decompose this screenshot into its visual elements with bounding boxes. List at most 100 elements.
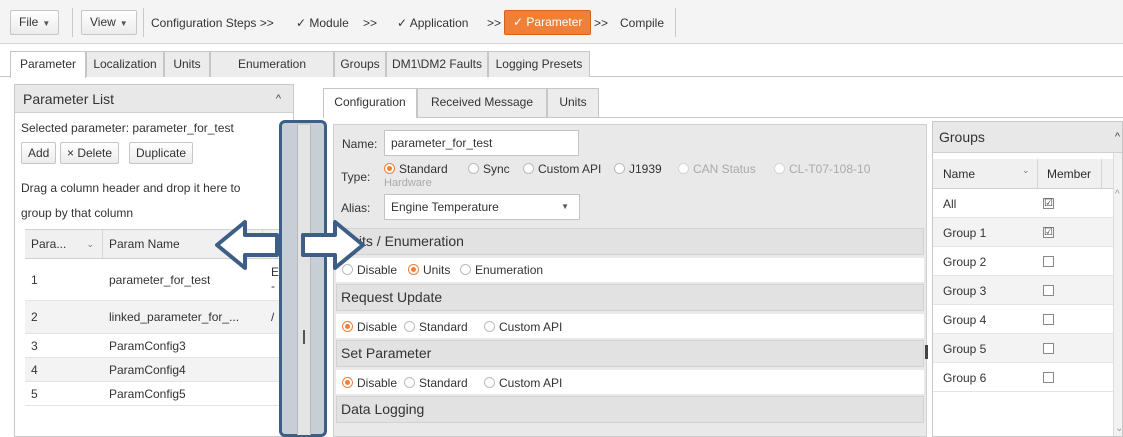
resize-handle[interactable] <box>925 345 928 359</box>
collapse-icon[interactable]: ^ <box>276 85 281 113</box>
radio-icon <box>774 163 785 174</box>
column-header-member[interactable]: Member <box>1047 167 1091 181</box>
tab-configuration[interactable]: Configuration <box>323 88 417 118</box>
request-option-disable[interactable]: Disable <box>342 320 397 334</box>
step-separator: >> <box>487 16 502 30</box>
set-radio-row: Disable Standard Custom API <box>336 370 924 394</box>
group-row[interactable]: Group 6 <box>933 363 1113 392</box>
section-request-update[interactable]: Request Update <box>336 284 924 311</box>
set-option-standard[interactable]: Standard <box>404 376 468 390</box>
radio-icon <box>404 377 415 388</box>
member-checkbox[interactable] <box>1043 285 1054 296</box>
tab-logging-presets[interactable]: Logging Presets <box>488 51 590 77</box>
step-parameter[interactable]: ✓ Parameter <box>504 10 592 35</box>
section-title: Data Logging <box>341 401 425 417</box>
column-header-name[interactable]: Name <box>943 167 975 181</box>
group-row[interactable]: Group 1 ☑ <box>933 218 1113 247</box>
section-data-logging[interactable]: Data Logging <box>336 396 924 423</box>
chevron-down-icon: ▼ <box>561 202 569 211</box>
groups-scrollbar[interactable]: ^ ⌄ <box>1113 153 1122 436</box>
name-input[interactable]: parameter_for_test <box>384 130 579 156</box>
panel-splitter[interactable] <box>297 125 311 435</box>
set-option-custom-api[interactable]: Custom API <box>484 376 562 390</box>
type-option-continuation: Hardware <box>384 177 432 189</box>
type-option-custom-api[interactable]: Custom API <box>523 162 601 176</box>
top-toolbar: File ▼ View ▼ Configuration Steps >> ✓ Mod… <box>0 0 1123 44</box>
toolbar-divider <box>72 8 73 37</box>
scroll-up-icon[interactable]: ^ <box>1115 189 1120 200</box>
panel-title-text: Parameter List <box>23 91 115 107</box>
member-checkbox[interactable] <box>1043 372 1054 383</box>
step-module[interactable]: ✓ Module <box>296 16 349 30</box>
units-option-units[interactable]: Units <box>408 263 450 277</box>
row-name: ParamConfig3 <box>109 339 186 353</box>
member-checkbox[interactable] <box>1043 314 1054 325</box>
table-row[interactable]: 3 ParamConfig3 <box>25 334 293 358</box>
view-menu-button[interactable]: View ▼ <box>81 10 137 35</box>
tab-units[interactable]: Units <box>164 51 210 77</box>
tab-enumeration[interactable]: Enumeration <box>210 51 334 77</box>
units-option-enumeration[interactable]: Enumeration <box>460 263 543 277</box>
detail-tabbar: Configuration Received Message Units <box>323 88 1123 118</box>
request-option-custom-api[interactable]: Custom API <box>484 320 562 334</box>
option-label: Units <box>423 263 451 277</box>
group-row[interactable]: All ☑ <box>933 189 1113 218</box>
member-checkbox[interactable] <box>1043 256 1054 267</box>
type-option-j1939[interactable]: J1939 <box>614 162 662 176</box>
collapse-icon[interactable]: ^ <box>1115 122 1120 152</box>
delete-button[interactable]: × Delete <box>60 142 120 164</box>
tab-parameter[interactable]: Parameter <box>10 51 86 78</box>
step-application[interactable]: ✓ Application <box>397 16 468 30</box>
radio-icon <box>484 321 495 332</box>
file-label: File <box>19 15 39 29</box>
radio-selected-icon <box>342 377 353 388</box>
request-radio-row: Disable Standard Custom API <box>336 314 924 338</box>
table-row[interactable]: 4 ParamConfig4 <box>25 358 293 382</box>
tab-units-detail[interactable]: Units <box>547 88 599 117</box>
file-menu-button[interactable]: File ▼ <box>10 10 60 35</box>
row-extra: / <box>271 310 275 324</box>
member-checkbox[interactable] <box>1043 343 1054 354</box>
table-row[interactable]: 5 ParamConfig5 <box>25 382 293 406</box>
radio-icon <box>484 377 495 388</box>
request-option-standard[interactable]: Standard <box>404 320 468 334</box>
table-row[interactable]: 2 linked_parameter_for_... / <box>25 301 293 334</box>
type-option-standard[interactable]: Standard <box>384 162 448 176</box>
tab-dm-faults[interactable]: DM1\DM2 Faults <box>386 51 488 77</box>
option-label: J1939 <box>629 162 662 176</box>
group-name: Group 1 <box>943 226 987 240</box>
group-row[interactable]: Group 5 <box>933 334 1113 363</box>
member-checkbox[interactable]: ☑ <box>1043 227 1054 238</box>
option-label: Standard <box>399 162 448 176</box>
option-label: Enumeration <box>475 263 544 277</box>
tab-groups[interactable]: Groups <box>334 51 386 77</box>
alias-label: Alias: <box>341 201 371 215</box>
option-label: Disable <box>357 320 398 334</box>
type-option-cl-t07: CL-T07-108-10 <box>774 162 870 176</box>
step-compile[interactable]: Compile <box>620 16 664 30</box>
section-units-enumeration[interactable]: Units / Enumeration <box>336 228 924 255</box>
set-option-disable[interactable]: Disable <box>342 376 397 390</box>
alias-dropdown[interactable]: Engine Temperature ▼ <box>384 194 580 220</box>
add-button[interactable]: Add <box>21 142 57 164</box>
tab-received-message[interactable]: Received Message <box>417 88 547 117</box>
member-checkbox[interactable]: ☑ <box>1043 198 1054 209</box>
group-row[interactable]: Group 3 <box>933 276 1113 305</box>
radio-icon <box>404 321 415 332</box>
tab-localization[interactable]: Localization <box>86 51 164 77</box>
row-name: linked_parameter_for_... <box>109 310 240 324</box>
radio-icon <box>614 163 625 174</box>
section-set-parameter[interactable]: Set Parameter <box>336 340 924 367</box>
type-option-sync[interactable]: Sync <box>468 162 510 176</box>
group-row[interactable]: Group 4 <box>933 305 1113 334</box>
column-header-para[interactable]: Para... ⌄ <box>25 230 103 258</box>
row-name: ParamConfig4 <box>109 363 186 377</box>
row-extra: - <box>271 279 275 293</box>
radio-icon <box>678 163 689 174</box>
type-label: Type: <box>341 170 371 184</box>
group-row[interactable]: Group 2 <box>933 247 1113 276</box>
duplicate-button[interactable]: Duplicate <box>129 142 194 164</box>
option-label: CAN Status <box>693 162 756 176</box>
radio-selected-icon <box>384 163 395 174</box>
scroll-down-icon[interactable]: ⌄ <box>1115 423 1122 434</box>
